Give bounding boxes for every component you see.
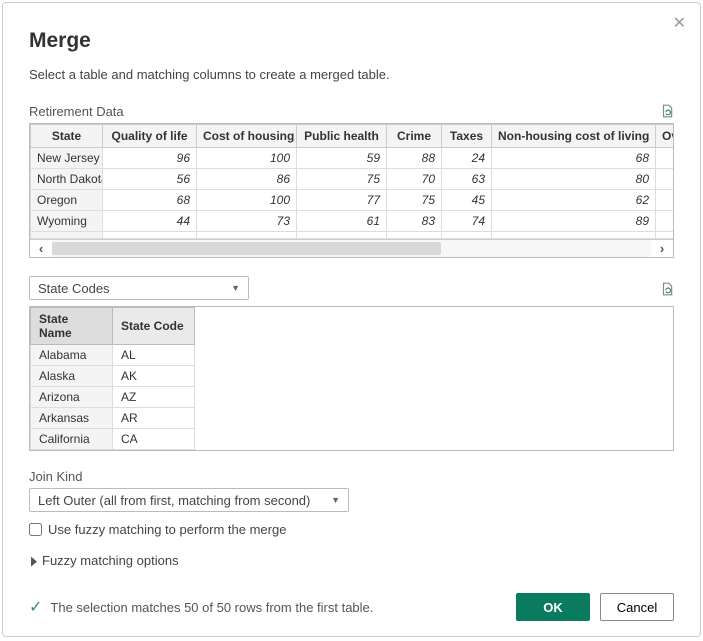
chevron-right-icon: ▶ [31,553,37,569]
col-state-name[interactable]: State Name [31,308,113,345]
fuzzy-checkbox-row[interactable]: Use fuzzy matching to perform the merge [29,522,674,537]
table-row[interactable]: AlaskaAK [31,366,195,387]
refresh-icon[interactable] [660,282,674,299]
primary-table[interactable]: State Quality of life Cost of housing Pu… [29,123,674,258]
join-kind-label: Join Kind [29,469,674,484]
col-health[interactable]: Public health [297,125,387,148]
secondary-table[interactable]: State Name State Code AlabamaALAlaskaAKA… [29,306,674,451]
table-row[interactable]: ArkansasAR [31,408,195,429]
join-kind-dropdown[interactable]: Left Outer (all from first, matching fro… [29,488,349,512]
table-row[interactable] [31,232,675,239]
col-state-code[interactable]: State Code [113,308,195,345]
close-icon[interactable]: ✕ [673,13,686,33]
scroll-right-icon[interactable]: › [651,240,673,257]
table-row[interactable]: ArizonaAZ [31,387,195,408]
join-kind-value: Left Outer (all from first, matching fro… [38,493,310,508]
table-row[interactable]: North Dakota568675706380 [31,169,675,190]
refresh-icon[interactable] [660,104,674,121]
dialog-title: Merge [29,29,674,53]
fuzzy-checkbox[interactable] [29,523,42,536]
cancel-button[interactable]: Cancel [600,593,674,621]
scroll-left-icon[interactable]: ‹ [30,240,52,257]
secondary-dropdown-value: State Codes [38,281,110,296]
fuzzy-options-expander[interactable]: ▶ Fuzzy matching options [29,553,674,569]
chevron-down-icon: ▼ [331,495,340,505]
primary-table-name: Retirement Data [29,104,124,119]
check-icon: ✓ [29,597,42,617]
col-overflow[interactable]: Ov [656,125,675,148]
table-row[interactable]: CaliforniaCA [31,429,195,450]
ok-button[interactable]: OK [516,593,590,621]
merge-dialog: ✕ Merge Select a table and matching colu… [2,2,701,637]
col-housing[interactable]: Cost of housing [197,125,297,148]
col-quality[interactable]: Quality of life [103,125,197,148]
secondary-table-dropdown[interactable]: State Codes ▼ [29,276,249,300]
col-state[interactable]: State [31,125,103,148]
fuzzy-options-label: Fuzzy matching options [42,553,179,568]
table-row[interactable]: New Jersey9610059882468 [31,148,675,169]
col-taxes[interactable]: Taxes [442,125,492,148]
col-nonhousing[interactable]: Non-housing cost of living [492,125,656,148]
horizontal-scrollbar[interactable]: ‹ › [30,239,673,257]
table-row[interactable]: Oregon6810077754562 [31,190,675,211]
dialog-subtitle: Select a table and matching columns to c… [29,67,674,82]
status-text: The selection matches 50 of 50 rows from… [50,600,373,615]
fuzzy-checkbox-label: Use fuzzy matching to perform the merge [48,522,286,537]
col-crime[interactable]: Crime [387,125,442,148]
table-row[interactable]: Wyoming447361837489 [31,211,675,232]
scroll-thumb[interactable] [52,242,441,255]
chevron-down-icon: ▼ [231,283,240,293]
table-row[interactable]: AlabamaAL [31,345,195,366]
